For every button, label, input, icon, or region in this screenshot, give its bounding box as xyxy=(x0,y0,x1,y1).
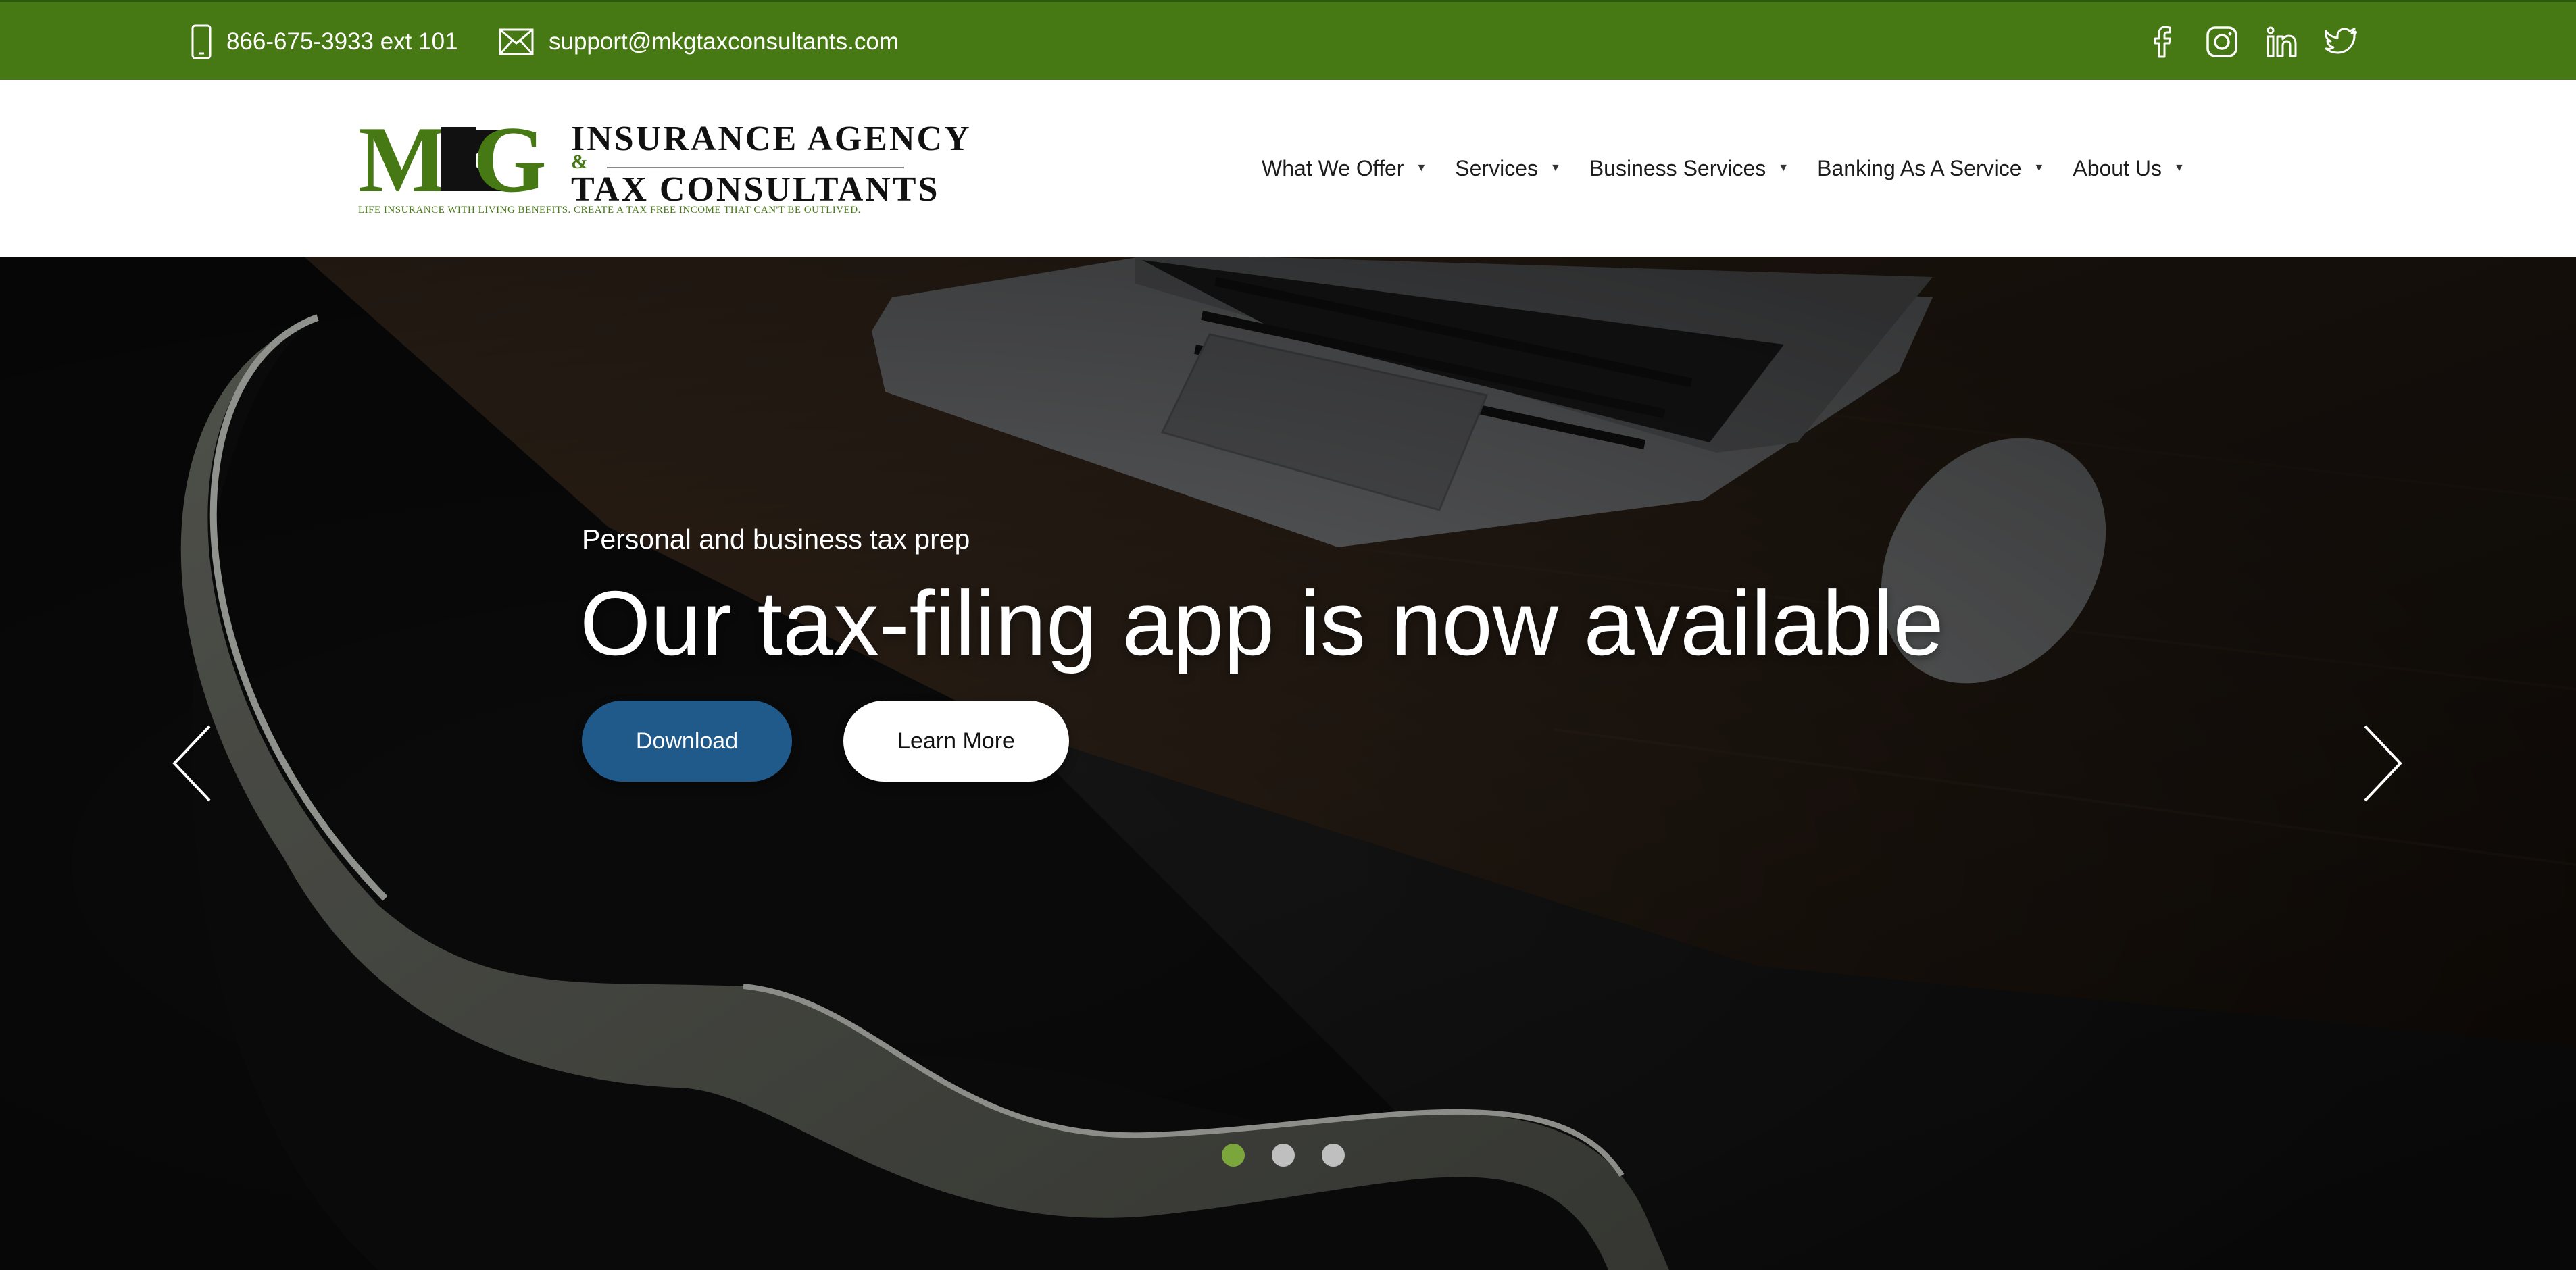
phone-number[interactable]: 866-675-3933 ext 101 xyxy=(226,28,458,55)
slide-dot[interactable] xyxy=(1322,1144,1345,1167)
download-button[interactable]: Download xyxy=(582,701,792,782)
nav-item-label: Services xyxy=(1455,155,1538,180)
top-bar: 866-675-3933 ext 101 support@mkgtaxconsu… xyxy=(0,0,2576,80)
logo-divider xyxy=(607,167,904,168)
envelope-icon xyxy=(499,28,534,55)
svg-text:M: M xyxy=(358,117,445,201)
chevron-left-icon[interactable] xyxy=(169,723,223,804)
linkedin-icon[interactable] xyxy=(2265,26,2298,58)
hero-background-image xyxy=(0,257,2576,1270)
email-address[interactable]: support@mkgtaxconsultants.com xyxy=(549,28,899,55)
hero-title: Our tax-filing app is now available xyxy=(580,572,1944,674)
svg-text:G: G xyxy=(473,117,547,201)
caret-down-icon: ▼ xyxy=(1778,162,1789,174)
facebook-icon[interactable] xyxy=(2146,26,2179,58)
slide-dot[interactable] xyxy=(1222,1144,1245,1167)
nav-item-label: Banking As A Service xyxy=(1817,155,2022,180)
nav-item-label: About Us xyxy=(2073,155,2162,180)
caret-down-icon: ▼ xyxy=(1416,162,1427,174)
nav-item-label: What We Offer xyxy=(1262,155,1404,180)
logo-tagline: LIFE INSURANCE WITH LIVING BENEFITS. CRE… xyxy=(358,205,861,215)
logo-line-2: TAX CONSULTANTS xyxy=(571,170,940,209)
mobile-phone-icon xyxy=(191,24,212,59)
mkg-logo-mark: M G xyxy=(358,117,547,201)
nav-item-what-we-offer[interactable]: What We Offer ▼ xyxy=(1262,156,1427,181)
logo-line-1: INSURANCE AGENCY xyxy=(571,120,972,158)
nav-item-label: Business Services xyxy=(1589,155,1766,180)
instagram-icon[interactable] xyxy=(2206,26,2238,58)
caret-down-icon: ▼ xyxy=(2033,162,2045,174)
slide-dot[interactable] xyxy=(1272,1144,1295,1167)
slider-pagination xyxy=(1222,1144,1345,1167)
main-nav: What We Offer ▼ Services ▼ Business Serv… xyxy=(1262,80,2213,257)
hero-slider: Personal and business tax prep Our tax-f… xyxy=(0,257,2576,1270)
twitter-icon[interactable] xyxy=(2325,26,2357,58)
site-header: M G INSURANCE AGENCY & TAX CONSULTANTS L… xyxy=(0,80,2576,257)
nav-item-about-us[interactable]: About Us ▼ xyxy=(2073,156,2184,181)
caret-down-icon: ▼ xyxy=(1550,162,1561,174)
email-contact[interactable]: support@mkgtaxconsultants.com xyxy=(499,2,899,82)
phone-contact[interactable]: 866-675-3933 ext 101 xyxy=(191,2,458,82)
nav-item-business-services[interactable]: Business Services ▼ xyxy=(1589,156,1789,181)
nav-item-banking-as-a-service[interactable]: Banking As A Service ▼ xyxy=(1817,156,2044,181)
site-logo[interactable]: M G INSURANCE AGENCY & TAX CONSULTANTS L… xyxy=(358,117,970,218)
chevron-right-icon[interactable] xyxy=(2352,723,2406,804)
hero-subtitle: Personal and business tax prep xyxy=(582,524,970,555)
learn-more-button[interactable]: Learn More xyxy=(843,701,1069,782)
nav-item-services[interactable]: Services ▼ xyxy=(1455,156,1561,181)
social-links xyxy=(2146,2,2357,82)
caret-down-icon: ▼ xyxy=(2173,162,2185,174)
